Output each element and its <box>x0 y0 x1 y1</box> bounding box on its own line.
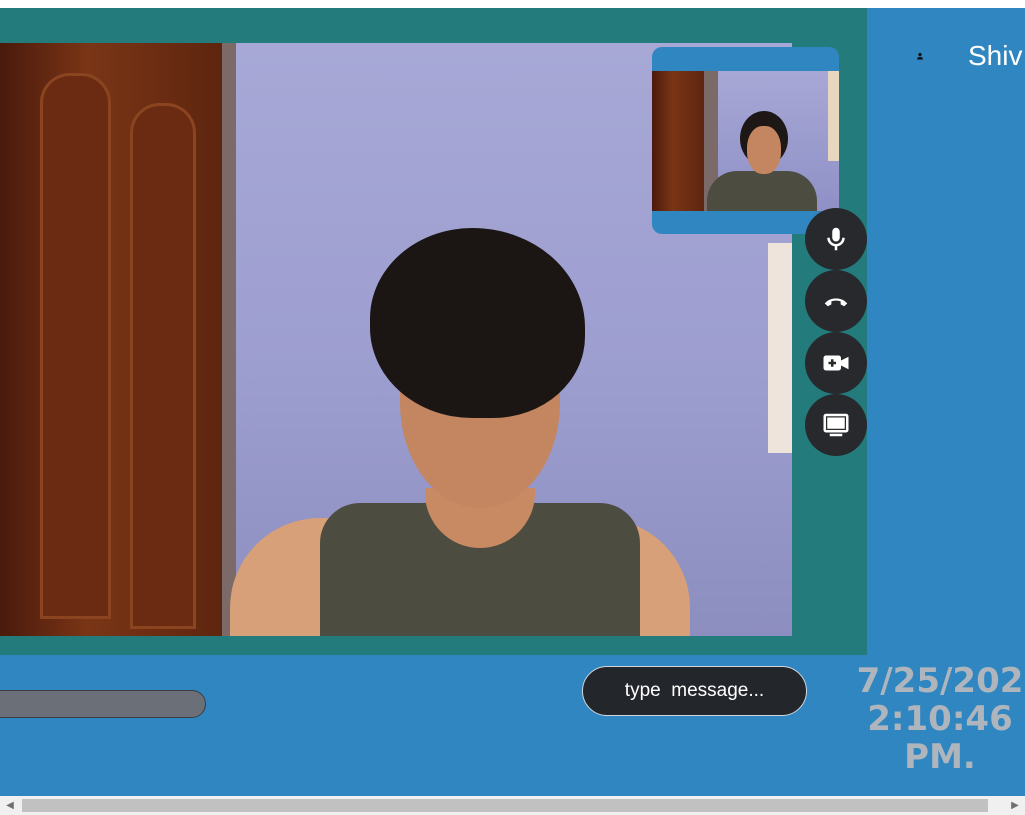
scrollbar-thumb[interactable] <box>22 799 988 812</box>
timestamp-date: 7/25/202 <box>856 662 1024 701</box>
timestamp: 7/25/202 2:10:46 PM. <box>840 662 1025 776</box>
video-add-icon <box>823 355 849 371</box>
monitor-icon <box>823 413 849 437</box>
message-input[interactable] <box>582 666 807 716</box>
user-icon <box>917 52 923 60</box>
timestamp-period: PM. <box>904 737 976 776</box>
add-video-button[interactable] <box>805 332 867 394</box>
message-display-bar <box>0 690 206 718</box>
local-video <box>652 71 839 211</box>
microphone-icon <box>827 227 845 251</box>
scroll-left-arrow-icon[interactable]: ◀ <box>0 796 20 815</box>
horizontal-scrollbar[interactable]: ◀ ▶ <box>0 796 1025 815</box>
local-preview[interactable] <box>652 47 839 234</box>
timestamp-time: 2:10:46 <box>867 699 1013 739</box>
phone-hangup-icon <box>824 298 848 307</box>
participant-entry[interactable]: Shiv <box>914 40 1022 72</box>
background-door <box>0 43 236 636</box>
participant-name: Shiv <box>968 40 1023 71</box>
end-call-button[interactable] <box>805 270 867 332</box>
screen-share-button[interactable] <box>805 394 867 456</box>
microphone-button[interactable] <box>805 208 867 270</box>
remote-person <box>230 218 690 636</box>
scroll-right-arrow-icon[interactable]: ▶ <box>1005 796 1025 815</box>
background-poster <box>768 243 792 453</box>
